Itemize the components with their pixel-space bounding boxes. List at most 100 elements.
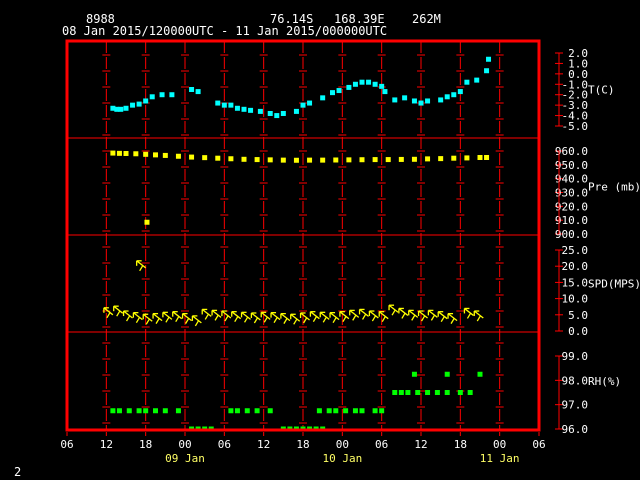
data-point — [486, 56, 492, 62]
wind-barb-shaft — [260, 311, 271, 320]
data-point — [359, 157, 365, 163]
y-tick-label: 960.0 — [555, 145, 588, 158]
wind-barb-shaft — [136, 260, 147, 269]
wind-barb — [398, 307, 409, 319]
wind-barb-shaft — [221, 310, 232, 319]
wind-barb-shaft — [162, 311, 173, 320]
data-point — [444, 371, 450, 377]
wind-barb-shaft — [309, 311, 320, 320]
wind-barb-shaft — [378, 311, 389, 320]
x-tick-label: 00 — [336, 438, 349, 451]
wind-barb-shaft — [132, 312, 143, 321]
data-point — [411, 156, 417, 162]
y-tick-label: 900.0 — [555, 228, 588, 241]
wind-barb-shaft — [241, 311, 251, 320]
data-point — [234, 105, 240, 111]
y-tick-label: 5.0 — [568, 309, 588, 322]
wind-barb-shaft — [152, 313, 163, 322]
data-point — [411, 98, 417, 104]
data-point — [402, 95, 408, 101]
data-point — [372, 81, 378, 87]
wind-barb-flag — [293, 318, 298, 325]
wind-barb — [388, 304, 399, 316]
wind-barb-shaft — [182, 313, 192, 322]
wind-barb-flag — [243, 317, 249, 323]
data-point — [425, 98, 431, 104]
wind-barb-shaft — [464, 307, 474, 316]
data-point — [366, 79, 372, 85]
data-point — [444, 94, 450, 100]
data-point — [415, 390, 421, 395]
wind-barb — [408, 309, 419, 321]
wind-barb-flag — [224, 315, 229, 322]
wind-barb-flag — [440, 316, 445, 323]
x-tick-label: 06 — [375, 438, 388, 451]
data-point — [320, 95, 326, 101]
wind-barb-flag — [466, 313, 472, 319]
data-point — [123, 105, 129, 111]
wind-barb-shaft — [319, 311, 330, 320]
wind-barb-flag — [125, 315, 131, 322]
wind-barb-shaft — [447, 313, 458, 322]
wind-barb-flag — [476, 315, 481, 322]
x-tick-label: 00 — [178, 438, 191, 451]
data-point — [425, 156, 431, 162]
data-point — [477, 371, 483, 377]
data-point — [457, 390, 463, 395]
data-point — [149, 94, 155, 100]
data-point — [215, 100, 221, 106]
data-point — [110, 408, 116, 414]
wind-barb-shaft — [211, 309, 222, 318]
y-tick-label: 20.0 — [562, 260, 589, 273]
x-tick-label: 06 — [532, 438, 545, 451]
data-point — [293, 157, 299, 163]
data-point — [477, 155, 483, 161]
wind-barb — [270, 312, 281, 323]
x-tick-label: 12 — [414, 438, 427, 451]
wind-barb-shaft — [201, 308, 212, 317]
data-point — [228, 156, 234, 162]
x-tick-label: 18 — [139, 438, 152, 451]
y-tick-label: 10.0 — [562, 293, 589, 306]
data-point — [307, 100, 313, 106]
data-point — [274, 113, 280, 119]
data-point — [425, 390, 431, 395]
wind-barb-shaft — [300, 312, 310, 321]
panel-label: Pre (mb) — [588, 181, 640, 194]
wind-barb — [181, 312, 192, 324]
y-tick-label: 920.0 — [555, 200, 588, 213]
wind-barb-flag — [116, 310, 121, 317]
wind-barb-flag — [135, 317, 140, 323]
wind-barb-shaft — [270, 312, 281, 321]
wind-barb-flag — [283, 318, 288, 324]
wind-barb-flag — [352, 315, 357, 321]
wind-barb-flag — [234, 316, 239, 323]
x-tick-label: 12 — [257, 438, 270, 451]
x-tick-label: 06 — [218, 438, 231, 451]
wind-barb — [162, 311, 173, 323]
wind-barb-shaft — [408, 309, 419, 318]
wind-barb-flag — [430, 315, 435, 321]
data-point — [411, 371, 417, 377]
y-tick-label: 940.0 — [555, 173, 588, 186]
y-tick-label: 99.0 — [562, 350, 589, 363]
wind-barb-shaft — [113, 305, 124, 314]
wind-barb-flag — [420, 315, 426, 322]
data-point — [143, 151, 149, 157]
data-point — [280, 110, 286, 116]
wind-barb — [250, 312, 261, 324]
data-point — [126, 408, 132, 414]
data-point — [438, 97, 444, 103]
wind-barb-shaft — [418, 310, 428, 319]
data-point — [330, 90, 335, 96]
data-point — [457, 89, 463, 95]
wind-barb — [378, 311, 389, 323]
y-tick-label: -5.0 — [562, 120, 589, 133]
wind-barb — [368, 310, 379, 322]
wind-barb — [201, 308, 212, 320]
wind-barb-flag — [361, 314, 367, 320]
date-label: 10 Jan — [322, 452, 362, 465]
data-point — [464, 79, 470, 85]
data-point — [248, 107, 254, 113]
data-point — [130, 102, 136, 108]
